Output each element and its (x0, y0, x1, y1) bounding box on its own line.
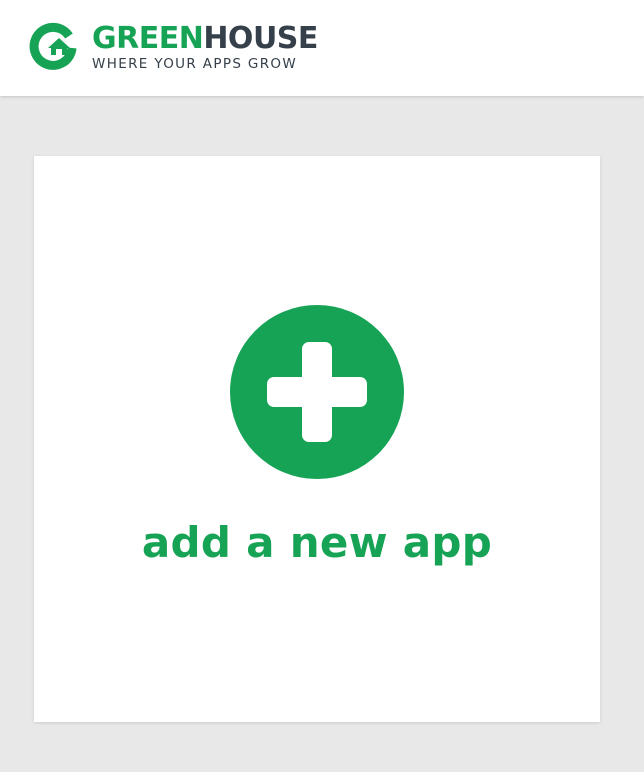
greenhouse-logo-icon (29, 22, 77, 70)
brand-logo[interactable]: GREENHOUSE WHERE YOUR APPS GROW (28, 22, 318, 72)
brand-name-green: GREEN (92, 20, 204, 56)
add-new-app-card[interactable]: add a new app (34, 156, 600, 722)
brand-name-dark: HOUSE (203, 20, 318, 56)
brand-tagline: WHERE YOUR APPS GROW (92, 55, 298, 72)
brand-name: GREENHOUSE (92, 20, 318, 56)
top-bar: GREENHOUSE WHERE YOUR APPS GROW (0, 0, 644, 96)
plus-icon[interactable] (230, 305, 404, 479)
add-new-app-label: add a new app (141, 518, 493, 567)
